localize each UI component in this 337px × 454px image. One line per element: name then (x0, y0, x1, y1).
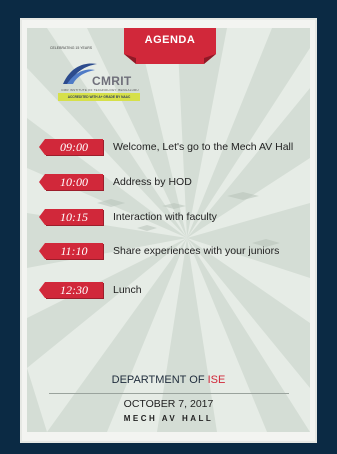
divider (49, 393, 289, 394)
event-venue: MECH AV HALL (123, 414, 214, 423)
department-line: DEPARTMENT OF ISE (27, 374, 310, 386)
poster-card: AGENDA CELEBRATING 15 YEARS CMRIT CMR IN… (20, 18, 317, 443)
agenda-time: 12:30 (39, 282, 103, 298)
agenda-item: 10:15 Interaction with faculty (39, 208, 217, 226)
agenda-time: 10:00 (39, 174, 103, 190)
agenda-time: 09:00 (39, 139, 103, 155)
viewer-background: AGENDA CELEBRATING 15 YEARS CMRIT CMR IN… (0, 0, 337, 454)
agenda-text: Lunch (113, 284, 142, 296)
agenda-poster: AGENDA CELEBRATING 15 YEARS CMRIT CMR IN… (27, 28, 310, 432)
cmrit-logo: CELEBRATING 15 YEARS CMRIT CMR INSTITUTE… (47, 46, 142, 106)
department-prefix: DEPARTMENT OF (111, 374, 205, 386)
agenda-text: Interaction with faculty (113, 211, 217, 223)
agenda-item: 09:00 Welcome, Let's go to the Mech AV H… (39, 138, 294, 156)
agenda-time: 10:15 (39, 209, 103, 225)
logo-arc-text: CELEBRATING 15 YEARS (50, 46, 93, 50)
agenda-title: AGENDA (144, 34, 196, 46)
logo-brand: CMRIT (92, 74, 132, 88)
agenda-time: 11:10 (39, 243, 103, 259)
agenda-item: 11:10 Share experiences with your junior… (39, 242, 280, 260)
agenda-text: Share experiences with your juniors (113, 245, 280, 257)
department-accent: ISE (207, 374, 226, 386)
agenda-item: 10:00 Address by HOD (39, 173, 192, 191)
agenda-item: 12:30 Lunch (39, 281, 142, 299)
logo-institute: CMR INSTITUTE OF TECHNOLOGY, BENGALURU (61, 88, 139, 92)
agenda-text: Address by HOD (113, 176, 192, 188)
event-date: OCTOBER 7, 2017 (123, 398, 214, 410)
logo-accreditation: ACCREDITED WITH A+ GRADE BY NAAC (58, 93, 140, 101)
agenda-text: Welcome, Let's go to the Mech AV Hall (113, 141, 294, 153)
